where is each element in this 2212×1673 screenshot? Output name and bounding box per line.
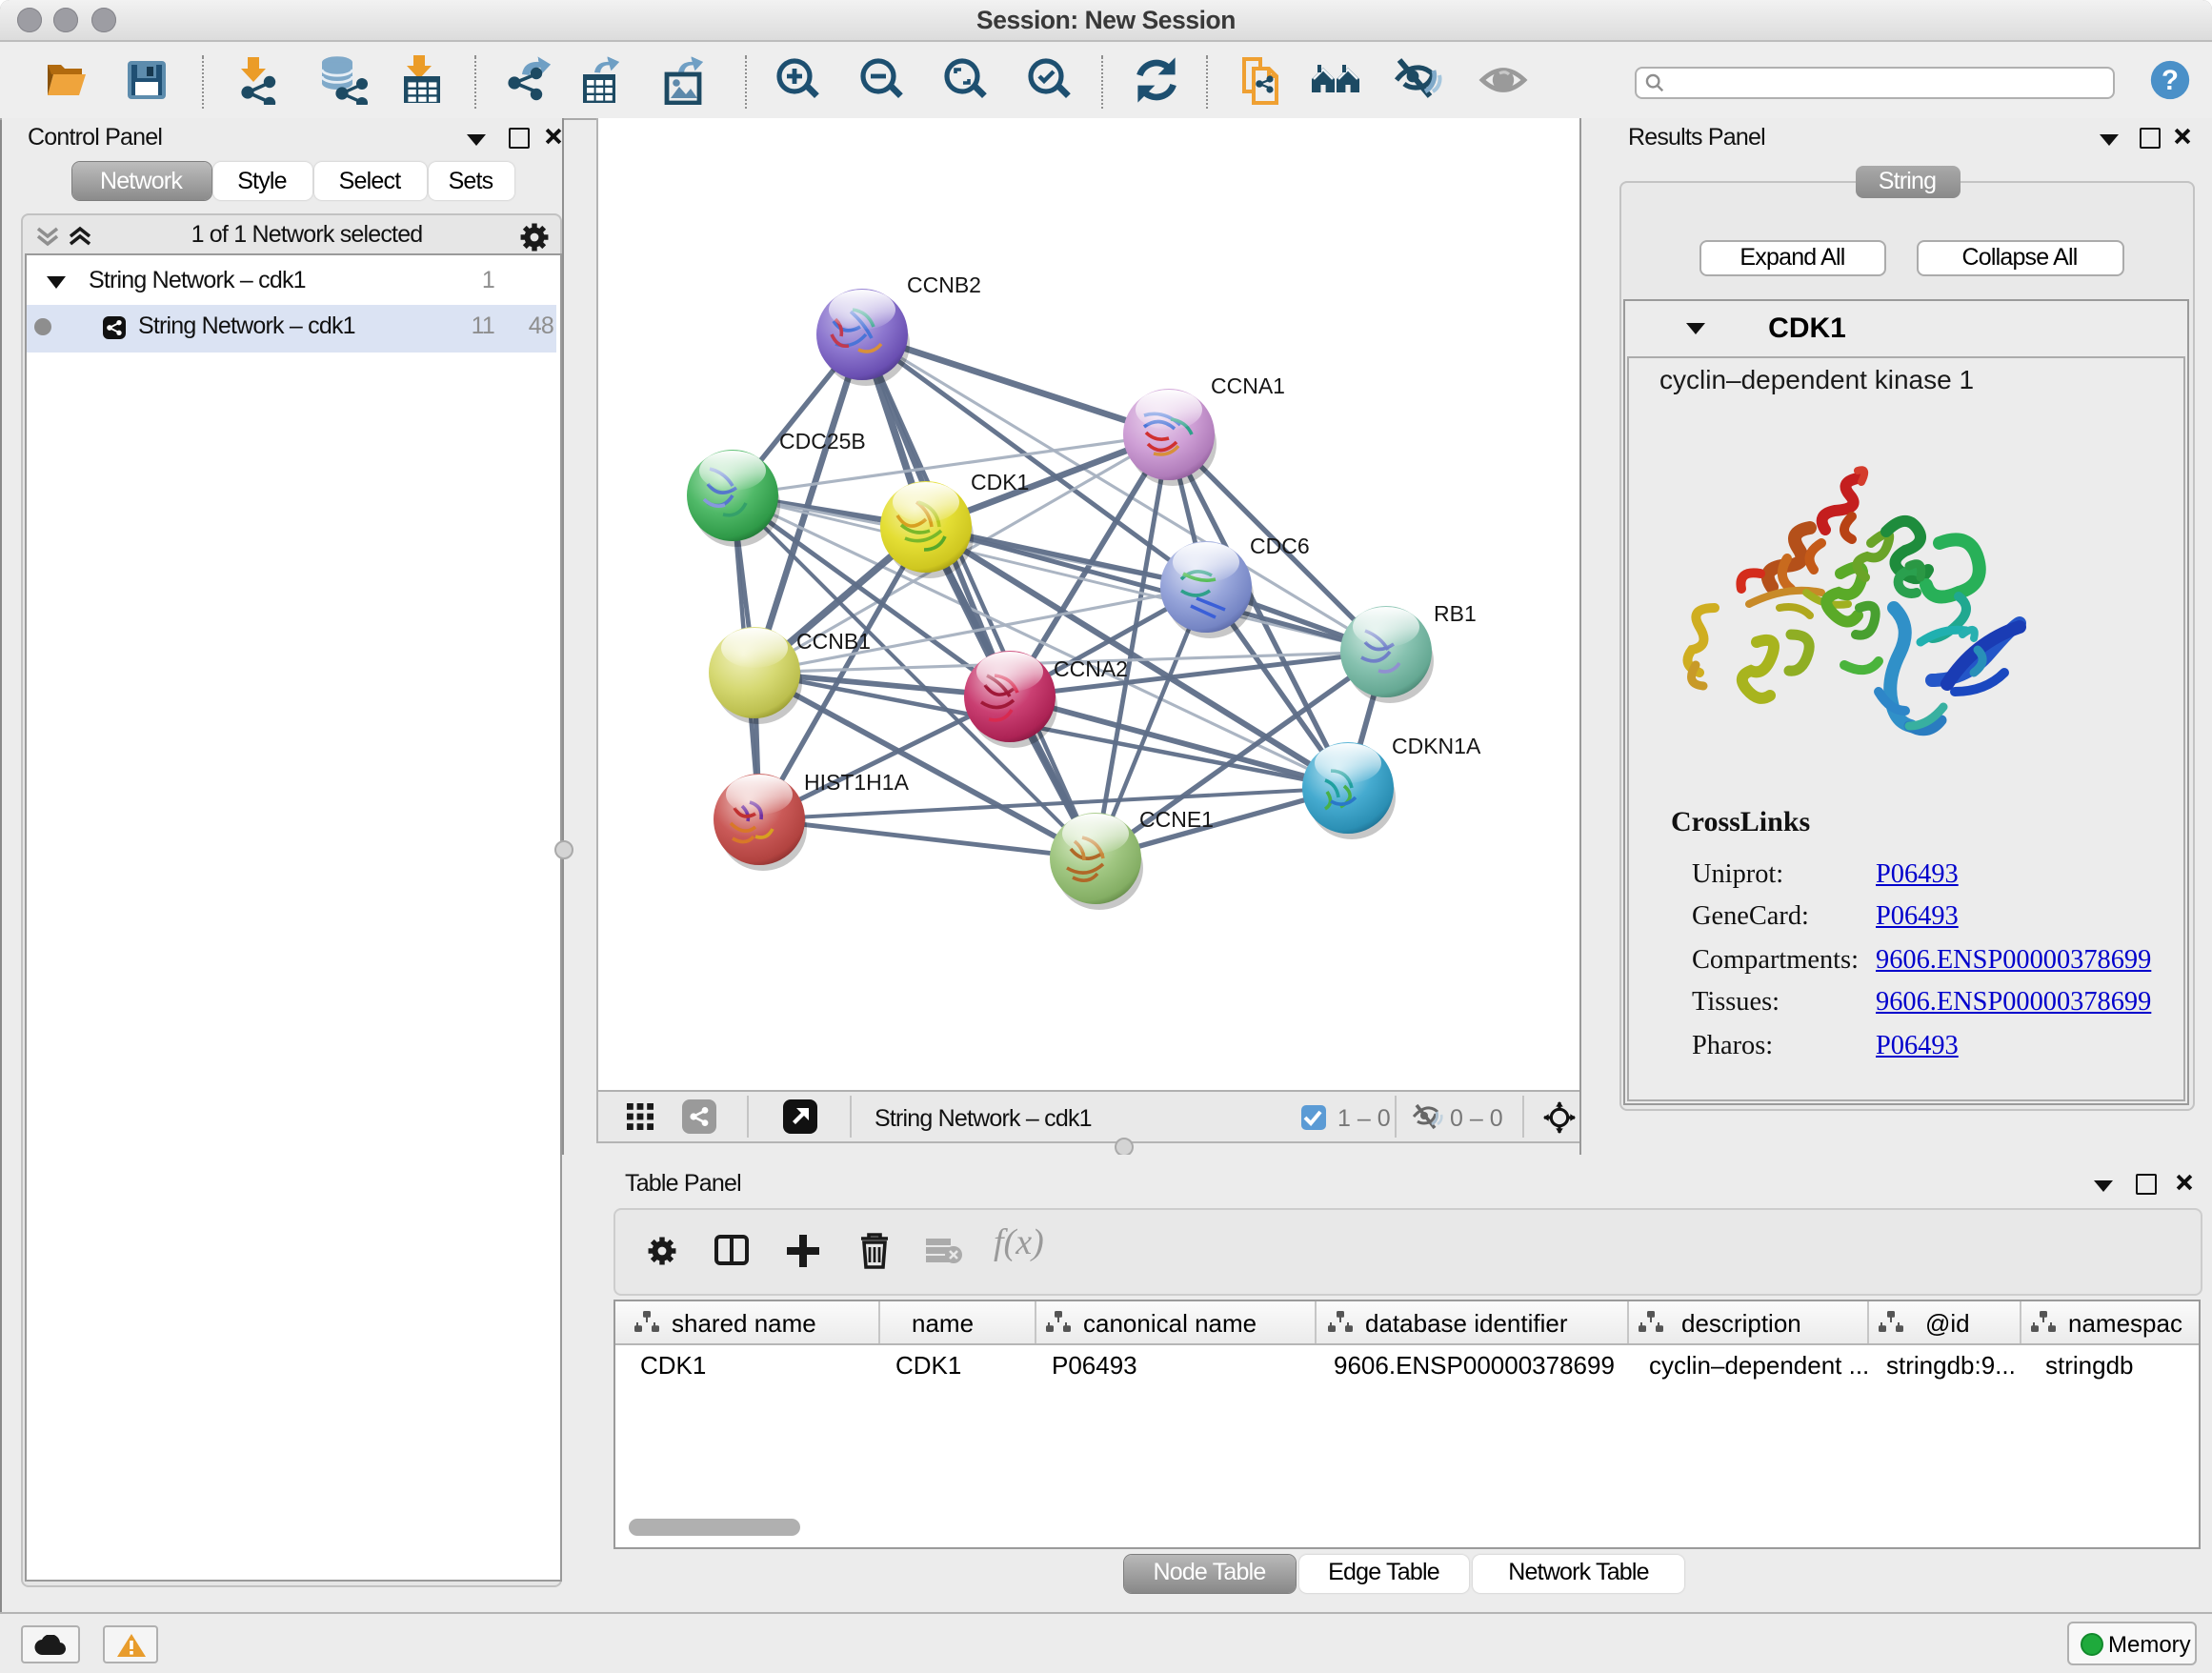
svg-text:CCNE1: CCNE1 bbox=[1139, 807, 1214, 832]
svg-text:CCNA1: CCNA1 bbox=[1211, 373, 1285, 398]
svg-text:?: ? bbox=[2162, 65, 2179, 96]
svg-text:CDC25B: CDC25B bbox=[779, 429, 866, 454]
svg-text:CDC6: CDC6 bbox=[1250, 534, 1310, 558]
svg-text:HIST1H1A: HIST1H1A bbox=[804, 770, 910, 795]
svg-text:CCNB2: CCNB2 bbox=[907, 272, 981, 297]
svg-text:CCNA2: CCNA2 bbox=[1054, 656, 1128, 681]
svg-text:CDKN1A: CDKN1A bbox=[1392, 734, 1481, 758]
svg-text:CDK1: CDK1 bbox=[971, 470, 1029, 494]
svg-text:CCNB1: CCNB1 bbox=[796, 629, 871, 654]
svg-text:RB1: RB1 bbox=[1434, 601, 1477, 626]
